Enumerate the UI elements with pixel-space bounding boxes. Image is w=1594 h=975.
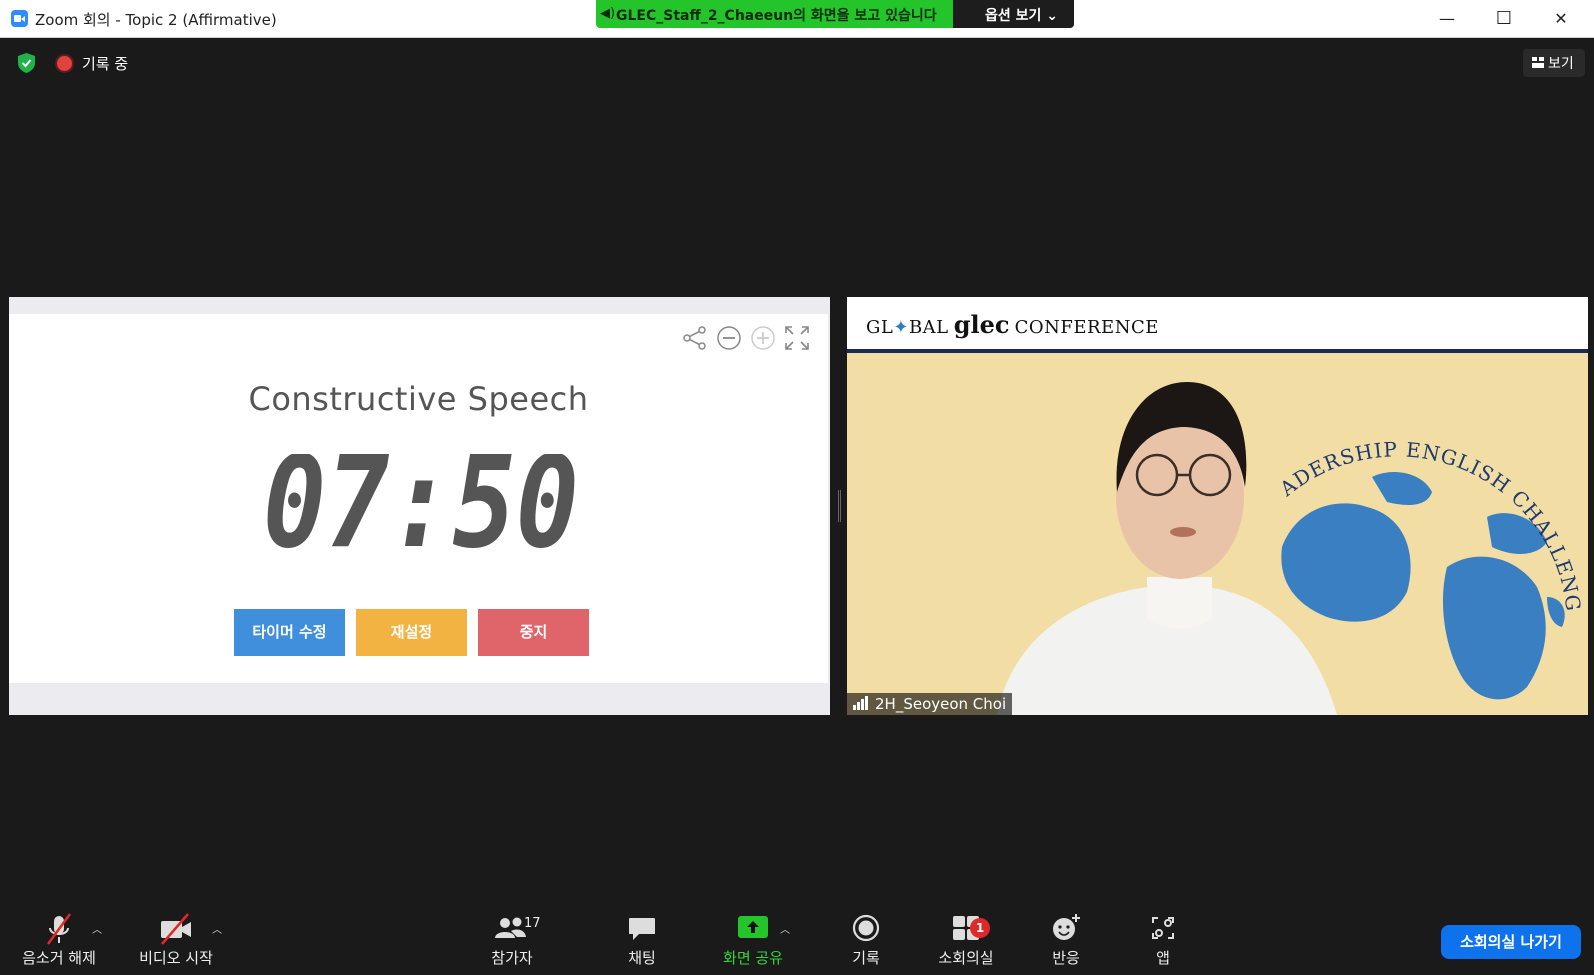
audio-options-caret-icon[interactable]: ︿ xyxy=(92,921,102,936)
participant-name-tag: 2H_Seoyeon Choi xyxy=(847,693,1013,715)
timer-card: Constructive Speech 07:50 타이머 수정 재설정 중지 xyxy=(9,314,828,683)
muted-microphone-icon xyxy=(46,913,72,945)
record-button[interactable]: 기록 xyxy=(842,912,890,968)
share-screen-icon xyxy=(738,916,768,938)
record-icon xyxy=(852,914,880,942)
zoom-out-icon[interactable] xyxy=(715,324,743,352)
minimize-button[interactable]: — xyxy=(1424,4,1470,34)
video-off-icon xyxy=(161,913,191,945)
chat-button[interactable]: 채팅 xyxy=(614,912,670,968)
participants-button[interactable]: 17 참가자 xyxy=(478,912,546,968)
zoom-app-icon xyxy=(11,10,28,27)
virtual-background-header: GL✦BAL glec CONFERENCE xyxy=(847,297,1588,353)
stop-timer-button[interactable]: 중지 xyxy=(478,609,589,656)
participant-name: 2H_Seoyeon Choi xyxy=(875,695,1007,713)
reset-timer-button[interactable]: 재설정 xyxy=(356,609,467,656)
timer-time: 07:50 xyxy=(263,454,579,554)
share-options-caret-icon[interactable]: ︿ xyxy=(780,921,790,936)
unmute-label: 음소거 해제 xyxy=(22,949,96,967)
reactions-button[interactable]: 반응 xyxy=(1044,912,1088,968)
share-banner-text: GLEC_Staff_2_Chaeeun의 화면을 보고 있습니다 xyxy=(616,8,937,24)
window-title: Zoom 회의 - Topic 2 (Affirmative) xyxy=(35,11,277,29)
reactions-label: 반응 xyxy=(1052,949,1080,967)
participants-count: 17 xyxy=(524,916,541,931)
video-feed: ADERSHIP ENGLISH CHALLENGE xyxy=(847,357,1585,715)
start-video-label: 비디오 시작 xyxy=(139,949,213,967)
participants-label: 참가자 xyxy=(491,949,533,967)
share-icon[interactable] xyxy=(681,324,709,352)
breakout-rooms-label: 소회의실 xyxy=(938,949,994,967)
recording-dot-icon xyxy=(57,56,72,71)
participant-video-pane: GL✦BAL glec CONFERENCE ADERSHIP ENGLISH … xyxy=(847,297,1588,715)
maximize-button[interactable]: ☐ xyxy=(1481,4,1527,34)
unmute-button[interactable]: 음소거 해제 xyxy=(17,912,101,968)
apps-button[interactable]: 앱 xyxy=(1146,912,1180,968)
chat-label: 채팅 xyxy=(628,949,656,967)
security-shield-icon[interactable] xyxy=(17,52,36,74)
speaker-icon: ◀) xyxy=(600,6,616,21)
reactions-icon xyxy=(1053,914,1080,940)
signal-strength-icon xyxy=(853,696,868,710)
view-button[interactable]: 보기 xyxy=(1523,49,1585,77)
timer-digits: 07:50 xyxy=(263,454,579,554)
start-video-button[interactable]: 비디오 시작 xyxy=(132,912,220,968)
shared-screen-pane: Constructive Speech 07:50 타이머 수정 재설정 중지 xyxy=(9,297,830,715)
recording-status: 기록 중 xyxy=(82,55,129,73)
meeting-toolbar: 음소거 해제 ︿ 비디오 시작 ︿ 17 참가자 채팅 화면 공유 ︿ 기록 1… xyxy=(0,912,1594,975)
breakout-badge: 1 xyxy=(970,918,990,938)
apps-icon xyxy=(1152,917,1174,939)
fullscreen-icon[interactable] xyxy=(783,324,811,352)
zoom-in-icon[interactable] xyxy=(749,324,777,352)
breakout-rooms-button[interactable]: 1 소회의실 xyxy=(932,912,1000,968)
pane-splitter-handle[interactable] xyxy=(838,490,841,522)
video-options-caret-icon[interactable]: ︿ xyxy=(212,921,222,936)
close-button[interactable]: ✕ xyxy=(1538,4,1584,34)
glec-logo: GL✦BAL glec CONFERENCE xyxy=(866,310,1159,339)
edit-timer-button[interactable]: 타이머 수정 xyxy=(234,609,345,656)
timer-title: Constructive Speech xyxy=(248,380,589,418)
leave-breakout-room-button[interactable]: 소회의실 나가기 xyxy=(1441,925,1581,959)
view-options-label: 옵션 보기 ⌄ xyxy=(985,8,1058,24)
view-options-button[interactable]: 옵션 보기 ⌄ xyxy=(953,0,1074,28)
screen-share-banner: ◀) GLEC_Staff_2_Chaeeun의 화면을 보고 있습니다 옵션 … xyxy=(596,0,1074,28)
chat-bubble-icon xyxy=(629,918,655,940)
share-screen-label: 화면 공유 xyxy=(723,949,783,967)
view-label: 보기 xyxy=(1548,56,1574,72)
record-label: 기록 xyxy=(852,949,880,967)
grid-view-icon xyxy=(1532,57,1544,68)
apps-label: 앱 xyxy=(1156,949,1170,967)
